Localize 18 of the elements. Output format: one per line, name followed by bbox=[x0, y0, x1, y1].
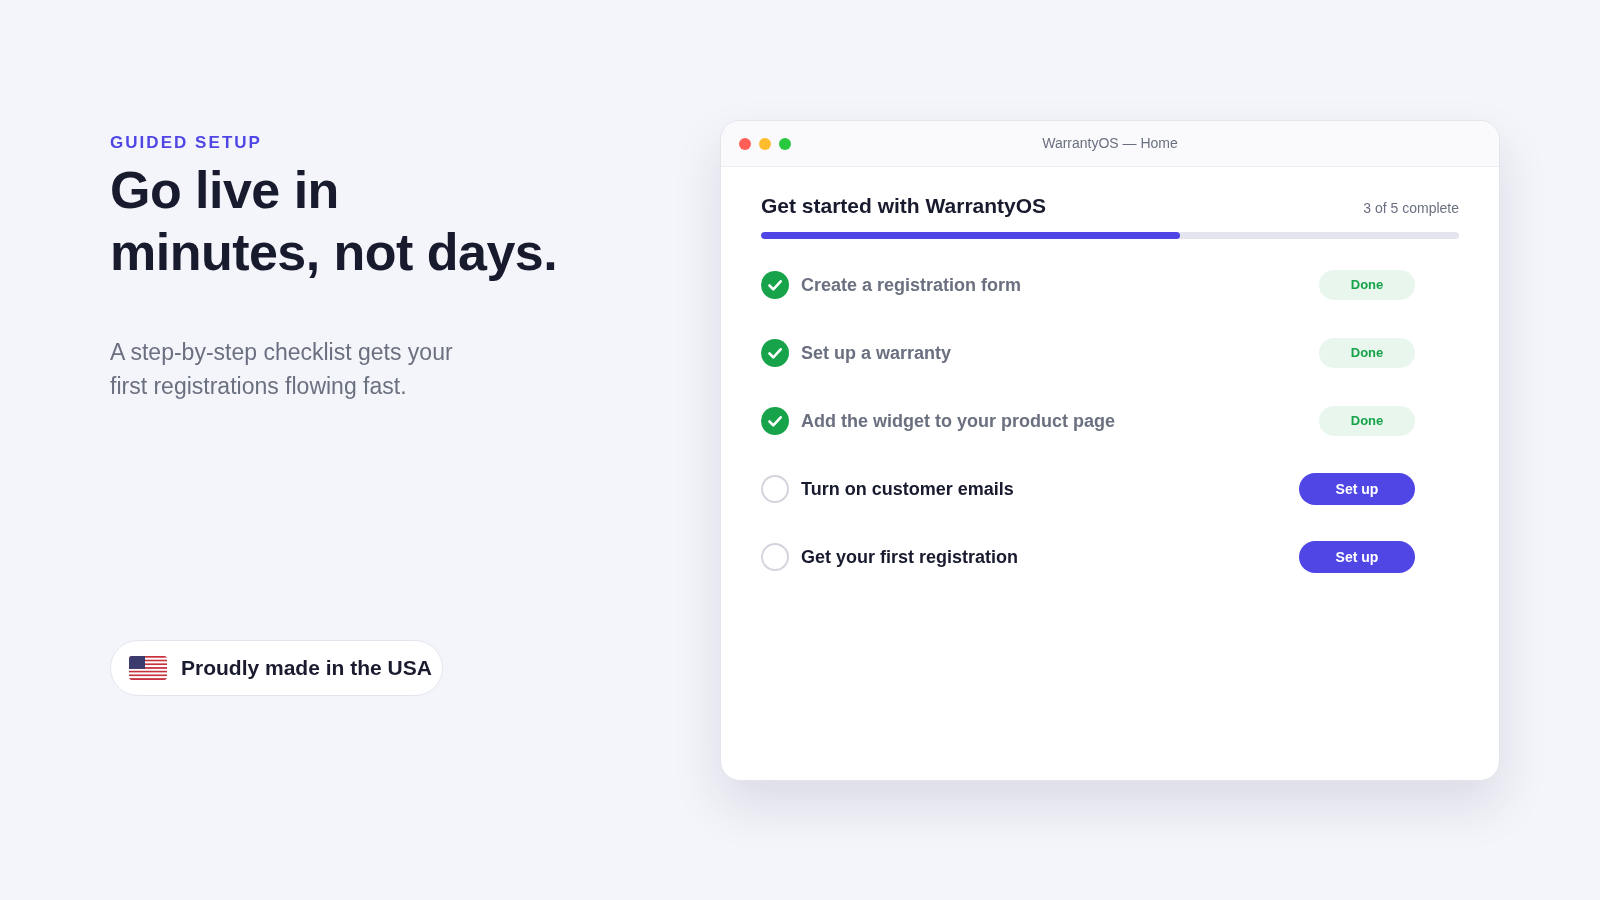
checklist-title: Get started with WarrantyOS bbox=[761, 193, 1047, 219]
eyebrow-label: GUIDED SETUP bbox=[110, 133, 262, 153]
setup-button[interactable]: Set up bbox=[1299, 473, 1415, 505]
flag-icon bbox=[129, 656, 167, 680]
status-badge: Done bbox=[1319, 270, 1415, 300]
status-badge: Done bbox=[1319, 406, 1415, 436]
progress-text: 3 of 5 complete bbox=[1363, 199, 1459, 218]
task-label: Turn on customer emails bbox=[801, 477, 1014, 501]
status-badge: Done bbox=[1319, 338, 1415, 368]
task-label: Create a registration form bbox=[801, 273, 1022, 297]
description-text: A step-by-step checklist gets your first registrations flowing fast. bbox=[110, 338, 454, 401]
window-title: WarrantyOS — Home bbox=[1042, 134, 1178, 153]
task-label: Set up a warranty bbox=[801, 341, 952, 365]
headline: Go live in minutes, not days. bbox=[110, 160, 559, 283]
origin-text: Proudly made in the USA bbox=[181, 655, 432, 682]
task-label: Add the widget to your product page bbox=[801, 409, 1115, 433]
task-label: Get your first registration bbox=[801, 545, 1019, 569]
setup-button[interactable]: Set up bbox=[1299, 541, 1415, 573]
